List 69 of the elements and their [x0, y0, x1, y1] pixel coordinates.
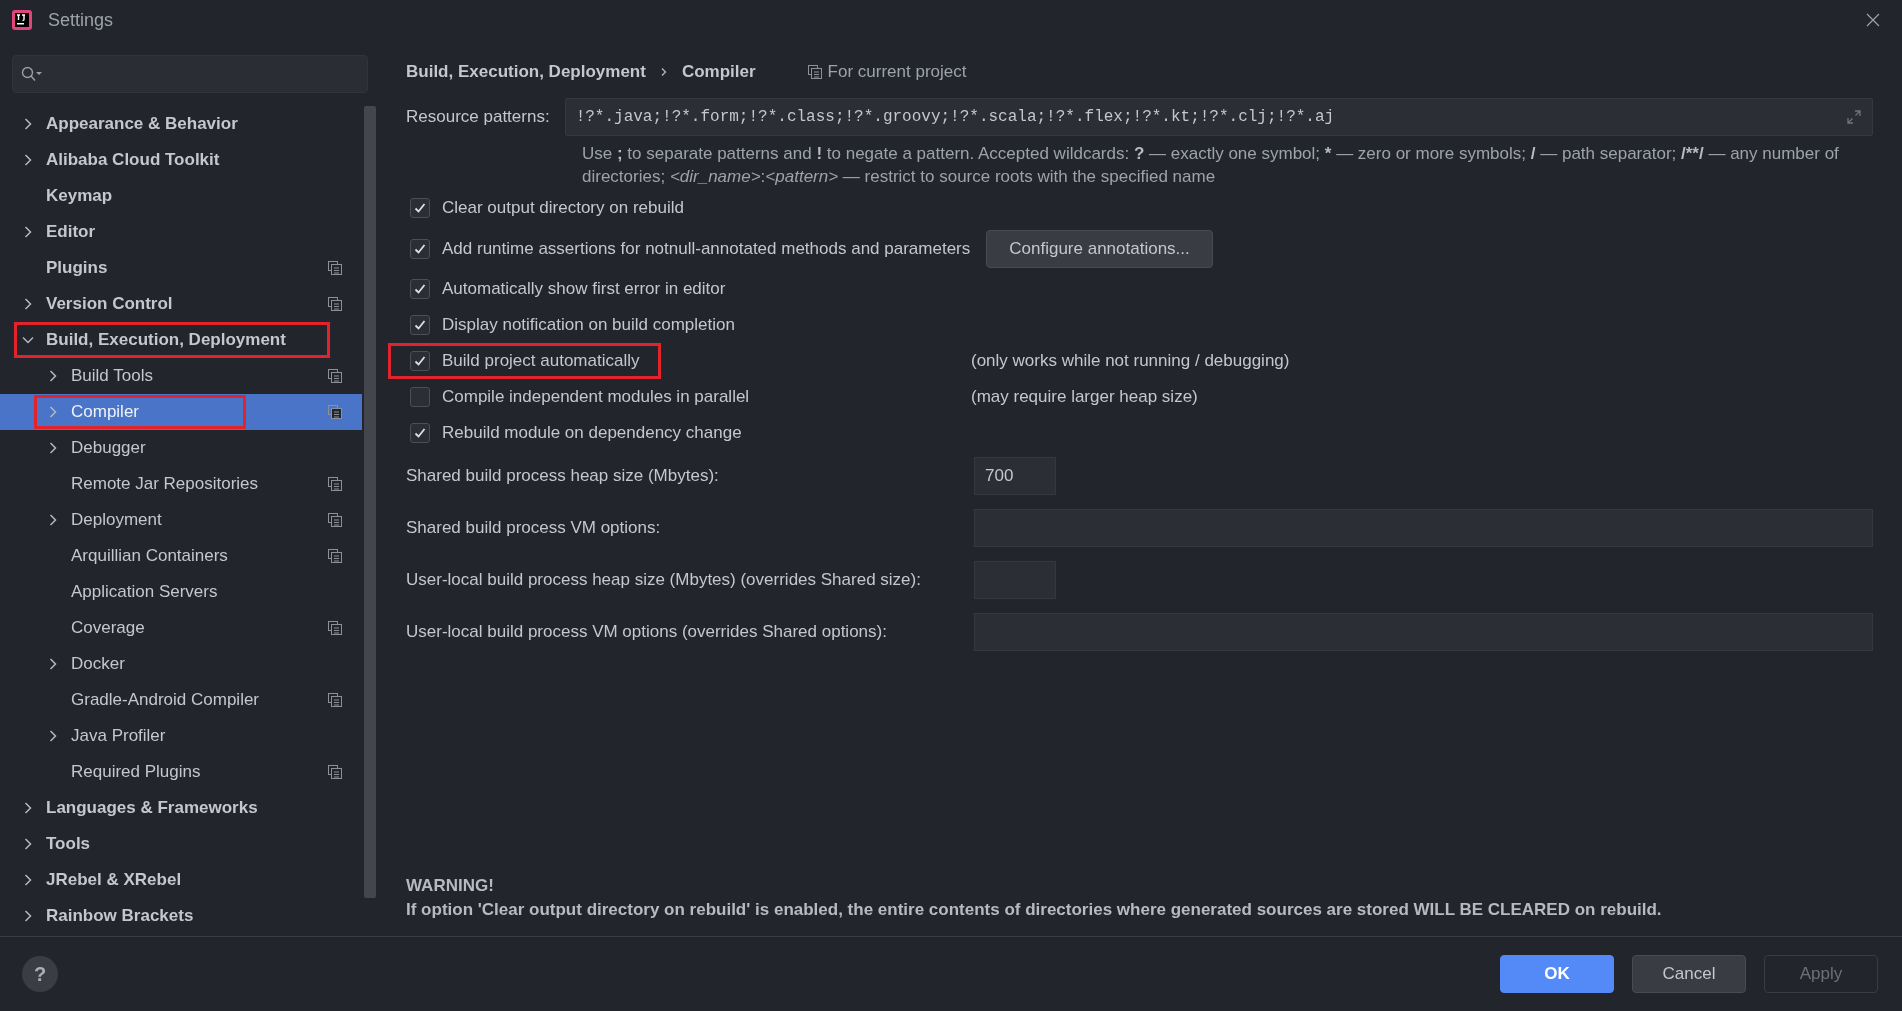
tree-item[interactable]: Plugins [0, 250, 362, 286]
tree-item[interactable]: Coverage [0, 610, 362, 646]
tree-item[interactable]: Required Plugins [0, 754, 362, 790]
resource-patterns-field[interactable]: !?*.java;!?*.form;!?*.class;!?*.groovy;!?*.scala;!?*.flex;!?*.kt;!?*.clj;!?*.aj [564, 98, 1873, 136]
checkbox[interactable] [410, 279, 430, 299]
tree-item[interactable]: Languages & Frameworks [0, 790, 362, 826]
dialog-button[interactable]: Cancel [1632, 955, 1746, 993]
tree-item[interactable]: Rainbow Brackets [0, 898, 362, 934]
checkbox[interactable] [410, 423, 430, 443]
tree-item[interactable]: Debugger [0, 430, 362, 466]
checkbox-label: Add runtime assertions for notnull-annotated methods and parameters [442, 238, 971, 259]
field-label: Resource patterns: [406, 107, 550, 127]
field-label: User-local build process VM options (overrides Shared options): [406, 622, 888, 642]
tree-item[interactable]: Editor [0, 214, 362, 250]
checkbox[interactable] [410, 351, 430, 371]
tree-item[interactable]: Arquillian Containers [0, 538, 362, 574]
expand-icon [1846, 109, 1862, 125]
tree-item[interactable]: Java Profiler [0, 718, 362, 754]
checkmark-icon [413, 282, 427, 296]
tree-item[interactable]: Appearance & Behavior [0, 106, 362, 142]
warning-text: If option 'Clear output directory on rebuild' is enabled, the entire contents of directories where generated sources are stored WILL BE CLEARED on rebuild. [406, 899, 1663, 921]
checkmark-icon [413, 426, 427, 440]
tree-item[interactable]: Compiler [0, 394, 362, 430]
app-logo-icon [12, 10, 32, 30]
field-label: Shared build process VM options: [406, 518, 662, 538]
hint-note: (may require larger heap size) [971, 387, 1198, 407]
checkbox-label: Build project automatically [442, 351, 640, 371]
checkbox[interactable] [410, 315, 430, 335]
tree-item[interactable]: Application Servers [0, 574, 362, 610]
window-title: Settings [48, 9, 114, 31]
search-field[interactable] [12, 55, 368, 93]
checkmark-icon [413, 201, 427, 215]
tree-item[interactable]: Docker [0, 646, 362, 682]
tree-item[interactable]: Version Control [0, 286, 362, 322]
checkmark-icon [413, 318, 427, 332]
copy-icon [807, 65, 822, 79]
checkbox-label: Automatically show first error in editor [442, 279, 726, 299]
tree-item[interactable]: Remote Jar Repositories [0, 466, 362, 502]
configure-annotations-button[interactable]: Configure annotations... [986, 229, 1213, 268]
tree-item[interactable]: JRebel & XRebel [0, 862, 362, 898]
tree-item[interactable]: Build Tools [0, 358, 362, 394]
checkbox-label: Clear output directory on rebuild [442, 198, 684, 218]
warning-title: WARNING! [406, 875, 495, 897]
checkbox-label: Compile independent modules in parallel [442, 387, 750, 407]
checkbox[interactable] [410, 198, 430, 218]
hint-note: (only works while not running / debugging) [971, 351, 1290, 371]
tree-item[interactable]: Tools [0, 826, 362, 862]
scope-label: For current project [827, 62, 967, 82]
checkmark-icon [413, 354, 427, 368]
scrollbar[interactable] [364, 106, 376, 898]
checkbox[interactable] [410, 387, 430, 407]
help-text: Use ; to separate patterns and ! to negate a pattern. Accepted wildcards: ? — exactly one symbol; * — zero or more symbols; / — path separator; /**/ — any number of directories; <dir_name>:<pattern> — restrict to source roots with the specified name [582, 143, 1840, 188]
field-label: User-local build process heap size (Mbytes) (overrides Shared size): [406, 570, 922, 590]
checkbox[interactable] [410, 238, 430, 259]
breadcrumb-item[interactable]: Build, Execution, Deployment [406, 62, 646, 82]
checkbox-label: Rebuild module on dependency change [442, 423, 742, 443]
field-label: Shared build process heap size (Mbytes): [406, 466, 720, 486]
breadcrumb-item[interactable]: Compiler [681, 62, 756, 82]
close-icon [1866, 13, 1880, 27]
tree-item[interactable]: Keymap [0, 178, 362, 214]
checkbox-label: Display notification on build completion [442, 315, 735, 335]
tree-item[interactable]: Alibaba Cloud Toolkit [0, 142, 362, 178]
breadcrumb-separator-icon [659, 67, 668, 77]
help-button[interactable]: ? [22, 956, 58, 992]
search-icon [21, 66, 43, 82]
tree-item[interactable]: Build, Execution, Deployment [0, 322, 362, 358]
tree-item[interactable]: Deployment [0, 502, 362, 538]
input-field[interactable]: 700 [974, 457, 1056, 495]
tree-item[interactable]: Gradle-Android Compiler [0, 682, 362, 718]
